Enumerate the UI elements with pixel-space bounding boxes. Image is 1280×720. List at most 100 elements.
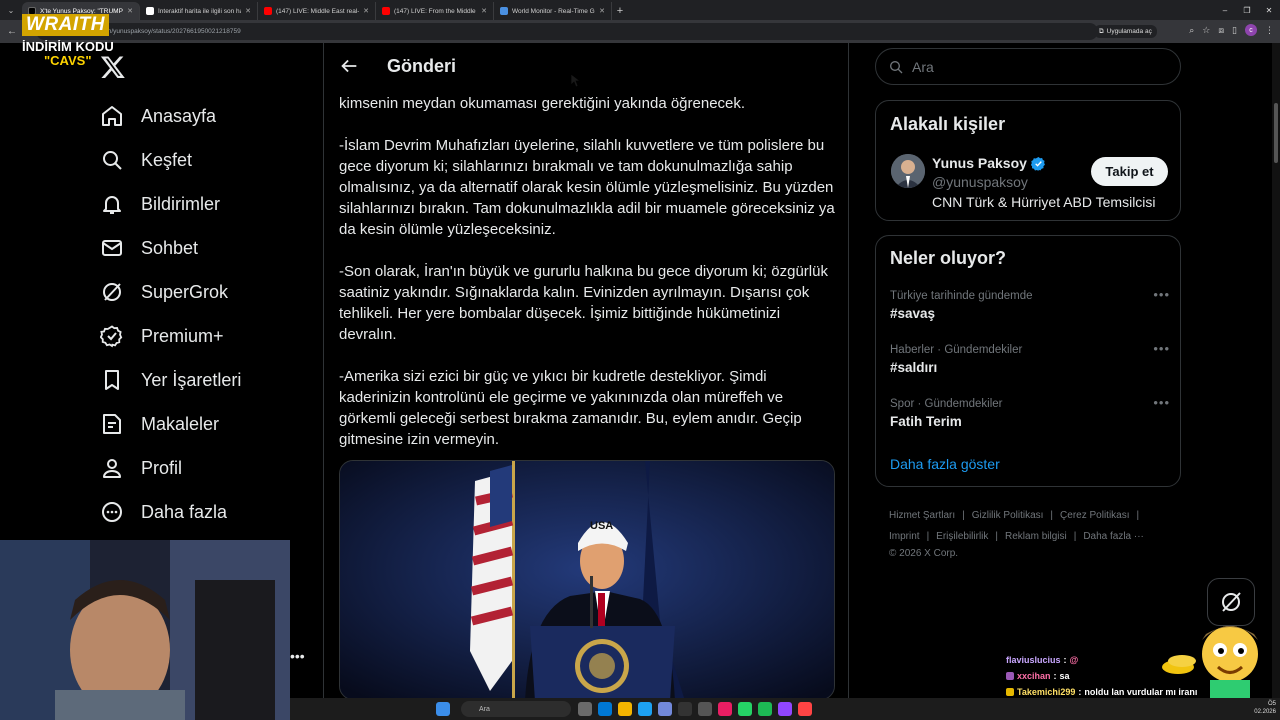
system-clock[interactable]: Ö5 02.2026 [1254,700,1276,716]
footer-link[interactable]: Çerez Politikası [1060,510,1129,521]
whatsapp-icon[interactable] [738,702,752,716]
verified-badge-icon [1030,156,1045,171]
star-icon[interactable]: ☆ [1202,25,1210,36]
footer-link[interactable]: Imprint [889,531,920,542]
app-icon[interactable] [698,702,712,716]
url-bar[interactable]: x.com/yunuspaksoy/status/202766195002121… [36,23,1098,40]
tab-favicon [500,7,508,15]
tab-close-icon[interactable]: ✕ [245,7,251,15]
chat-separator: : [1053,671,1057,681]
spotify-icon[interactable] [758,702,772,716]
footer-link[interactable]: Erişilebilirlik [936,531,988,542]
browser-tab-4[interactable]: World Monitor - Real-Time Glo ✕ [494,2,612,20]
app-icon[interactable] [718,702,732,716]
relevant-person-name[interactable]: Yunus Paksoy [932,155,1046,171]
chat-separator: : [1063,655,1067,665]
footer-link[interactable]: Daha fazla ··· [1083,531,1144,542]
tab-favicon [382,7,390,15]
post-paragraph: kimsenin meydan okumaması gerektiğini ya… [339,95,746,112]
tab-close-icon[interactable]: ✕ [363,7,369,15]
nav-item-bookmarks[interactable]: Yer İşaretleri [100,358,241,402]
footer-separator: | [1136,510,1140,521]
footer-separator: | [1073,531,1077,542]
start-icon[interactable] [436,702,450,716]
trend-topic: Fatih Terim [890,414,962,429]
post-media-image[interactable]: USA [339,460,835,698]
sidebar-icon[interactable]: ▯ [1232,25,1237,36]
edge-icon[interactable] [598,702,612,716]
grok-icon [1222,592,1241,612]
footer-link[interactable]: Hizmet Şartları [889,510,955,521]
browser-tab-3[interactable]: (147) LIVE: From the Middle Ea ✕ [376,2,494,20]
footer-link[interactable]: Reklam bilgisi [1005,531,1067,542]
avatar[interactable] [891,154,925,188]
extensions-icon[interactable]: ⧈ [1218,25,1224,36]
trend-item[interactable]: Spor · Gündemdekiler Fatih Terim ••• [890,395,1170,429]
footer-separator: | [926,531,930,542]
nav-item-profile[interactable]: Profil [100,446,241,490]
scrollbar-thumb[interactable] [1274,103,1278,163]
twitch-icon[interactable] [778,702,792,716]
back-arrow-icon[interactable] [338,55,360,77]
nav-item-home[interactable]: Anasayfa [100,94,241,138]
chat-line: xxcihan: sa [1006,668,1197,684]
chat-message: sa [1059,671,1070,681]
page-scrollbar[interactable] [1272,43,1280,698]
tab-favicon [146,7,154,15]
maximize-icon[interactable]: ❐ [1236,0,1258,20]
browser-tab-2[interactable]: (147) LIVE: Middle East real-tim ✕ [258,2,376,20]
menu-icon[interactable]: ⋮ [1265,25,1274,36]
app-icon[interactable] [678,702,692,716]
relevant-person-bio: CNN Türk & Hürriyet ABD Temsilcisi [932,194,1156,210]
webcam-image [0,540,290,720]
discount-code-label: İNDİRİM KODU [22,39,114,54]
chat-badge-icon [1006,688,1014,696]
taskbar-search[interactable]: Ara [461,701,571,717]
app-icon[interactable] [638,702,652,716]
discord-icon[interactable] [658,702,672,716]
nav-item-more[interactable]: Daha fazla [100,490,241,534]
search-icon [890,60,903,73]
browser-tab-1[interactable]: İnteraktif harita ile ilgili son ha ✕ [140,2,258,20]
open-in-app-button[interactable]: ⧉ Uygulamada aç [1094,25,1157,38]
trend-more-icon[interactable]: ••• [1153,287,1170,302]
minimize-icon[interactable]: – [1214,0,1236,20]
show-more-link[interactable]: Daha fazla göster [890,456,1000,472]
verified-icon [100,325,123,348]
nav-item-chat[interactable]: Sohbet [100,226,241,270]
trend-more-icon[interactable]: ••• [1153,395,1170,410]
account-more-dots[interactable]: ••• [290,648,305,664]
zoom-icon[interactable]: ⌕ [1189,25,1194,36]
webcam-overlay [0,540,290,720]
tab-search-icon[interactable]: ⌄ [0,0,22,20]
us-flag-icon [470,465,514,691]
chrome-icon[interactable] [618,702,632,716]
tab-close-icon[interactable]: ✕ [481,7,487,15]
tab-close-icon[interactable]: ✕ [599,7,605,15]
nav-item-explore[interactable]: Keşfet [100,138,241,182]
app-icon[interactable] [798,702,812,716]
follow-button[interactable]: Takip et [1091,157,1168,186]
trend-more-icon[interactable]: ••• [1153,341,1170,356]
chat-user: flaviuslucius [1006,655,1061,665]
chat-message: @ [1069,655,1079,665]
more-circle-icon [102,502,122,522]
nav-item-supergrok[interactable]: SuperGrok [100,270,241,314]
trend-item[interactable]: Türkiye tarihinde gündemde #savaş ••• [890,287,1170,321]
search-box[interactable] [875,48,1181,85]
trend-item[interactable]: Haberler · Gündemdekiler #saldırı ••• [890,341,1170,375]
browser-back-icon[interactable]: ← [4,26,20,37]
nav-item-articles[interactable]: Makaleler [100,402,241,446]
footer-link[interactable]: Gizlilik Politikası [972,510,1044,521]
close-window-icon[interactable]: ✕ [1258,0,1280,20]
trending-card: Neler oluyor? Türkiye tarihinde gündemde… [875,235,1181,487]
new-tab-button[interactable]: + [612,2,628,20]
x-logo-icon[interactable] [100,54,126,80]
trend-topic: #saldırı [890,360,938,375]
task-view-icon[interactable] [578,702,592,716]
nav-item-notifications[interactable]: Bildirimler [100,182,241,226]
nav-item-premium[interactable]: Premium+ [100,314,241,358]
search-input[interactable] [912,58,1152,75]
profile-avatar[interactable]: c [1245,24,1257,36]
footer-separator: | [995,531,999,542]
